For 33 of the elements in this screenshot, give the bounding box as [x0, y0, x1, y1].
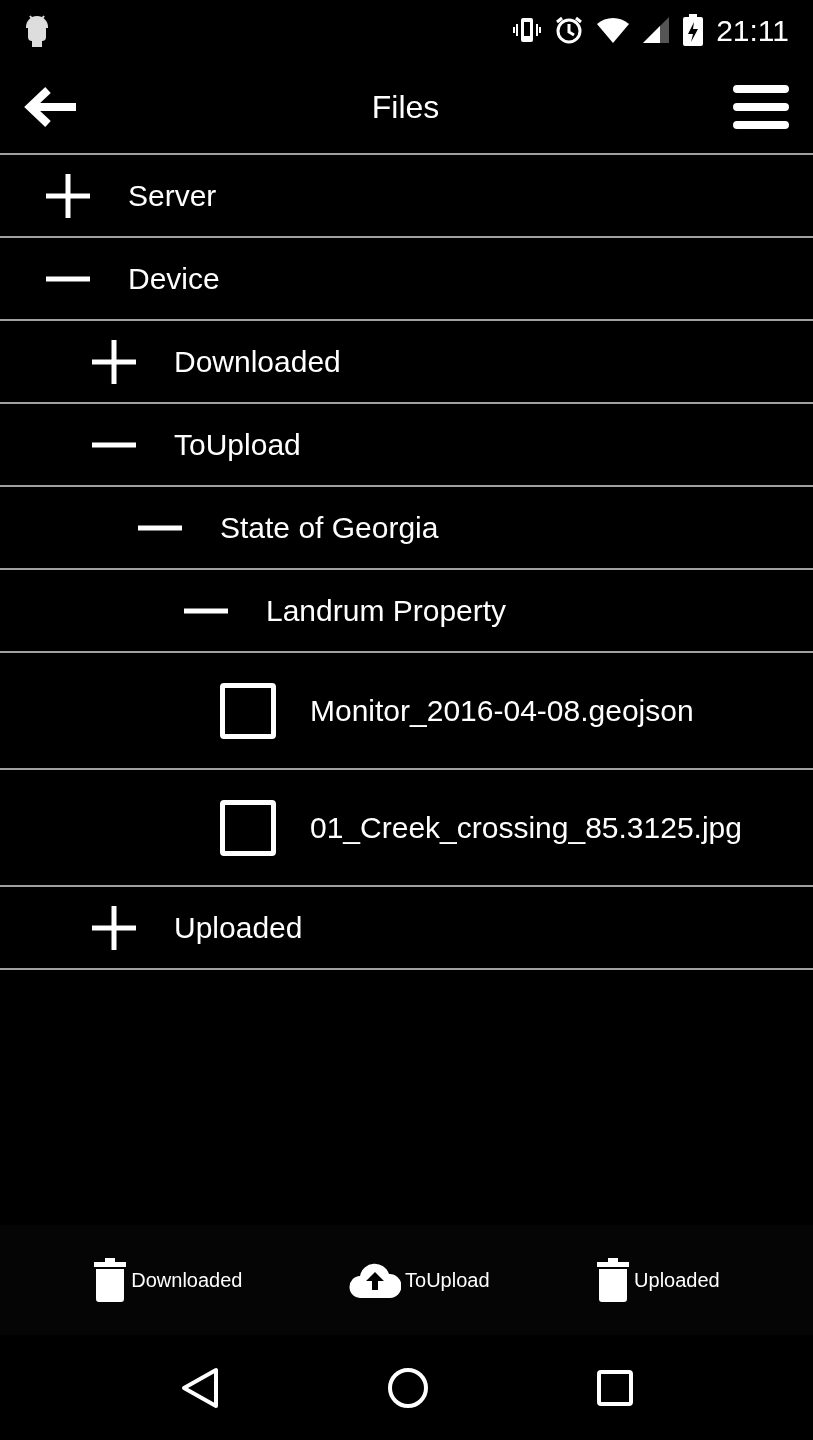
- alarm-icon: [554, 15, 585, 45]
- file-name[interactable]: 01_Creek_crossing_85.3125.jpg: [310, 804, 780, 851]
- recent-apps-icon[interactable]: [595, 1368, 634, 1407]
- battery-icon: [682, 14, 705, 46]
- delete-button[interactable]: Uploaded: [596, 1258, 720, 1302]
- trash-icon: [93, 1258, 128, 1302]
- checkbox[interactable]: [220, 682, 276, 739]
- delete-button[interactable]: Downloaded: [93, 1258, 243, 1302]
- tree-item-label[interactable]: Device: [128, 256, 220, 301]
- tree-item-label[interactable]: Landrum Property: [266, 588, 507, 633]
- file-name[interactable]: Monitor_2016-04-08.geojson: [310, 687, 780, 734]
- expand-icon[interactable]: [44, 173, 92, 218]
- tree-item-label[interactable]: Server: [128, 173, 217, 218]
- cloud-upload-icon: [349, 1262, 401, 1298]
- status-time: 21:11: [716, 12, 789, 49]
- tree-item-label[interactable]: Uploaded: [174, 905, 303, 950]
- tree-item-label[interactable]: Downloaded: [174, 339, 341, 384]
- tree-item-label[interactable]: ToUpload: [174, 422, 301, 467]
- back-icon[interactable]: [179, 1366, 220, 1409]
- expand-icon[interactable]: [90, 339, 138, 384]
- expand-icon[interactable]: [90, 905, 138, 950]
- upload-button[interactable]: ToUpload: [349, 1262, 490, 1298]
- wifi-icon: [596, 16, 631, 44]
- vibrate-icon: [512, 16, 543, 44]
- tree-item-label[interactable]: State of Georgia: [220, 505, 439, 550]
- android-icon: [24, 13, 50, 47]
- checkbox[interactable]: [220, 799, 276, 856]
- home-icon[interactable]: [386, 1366, 429, 1409]
- back-arrow-icon[interactable]: [24, 86, 78, 127]
- screen-title: Files: [371, 87, 440, 127]
- trash-icon: [596, 1258, 631, 1302]
- menu-icon[interactable]: [733, 83, 789, 130]
- signal-icon: [642, 16, 671, 44]
